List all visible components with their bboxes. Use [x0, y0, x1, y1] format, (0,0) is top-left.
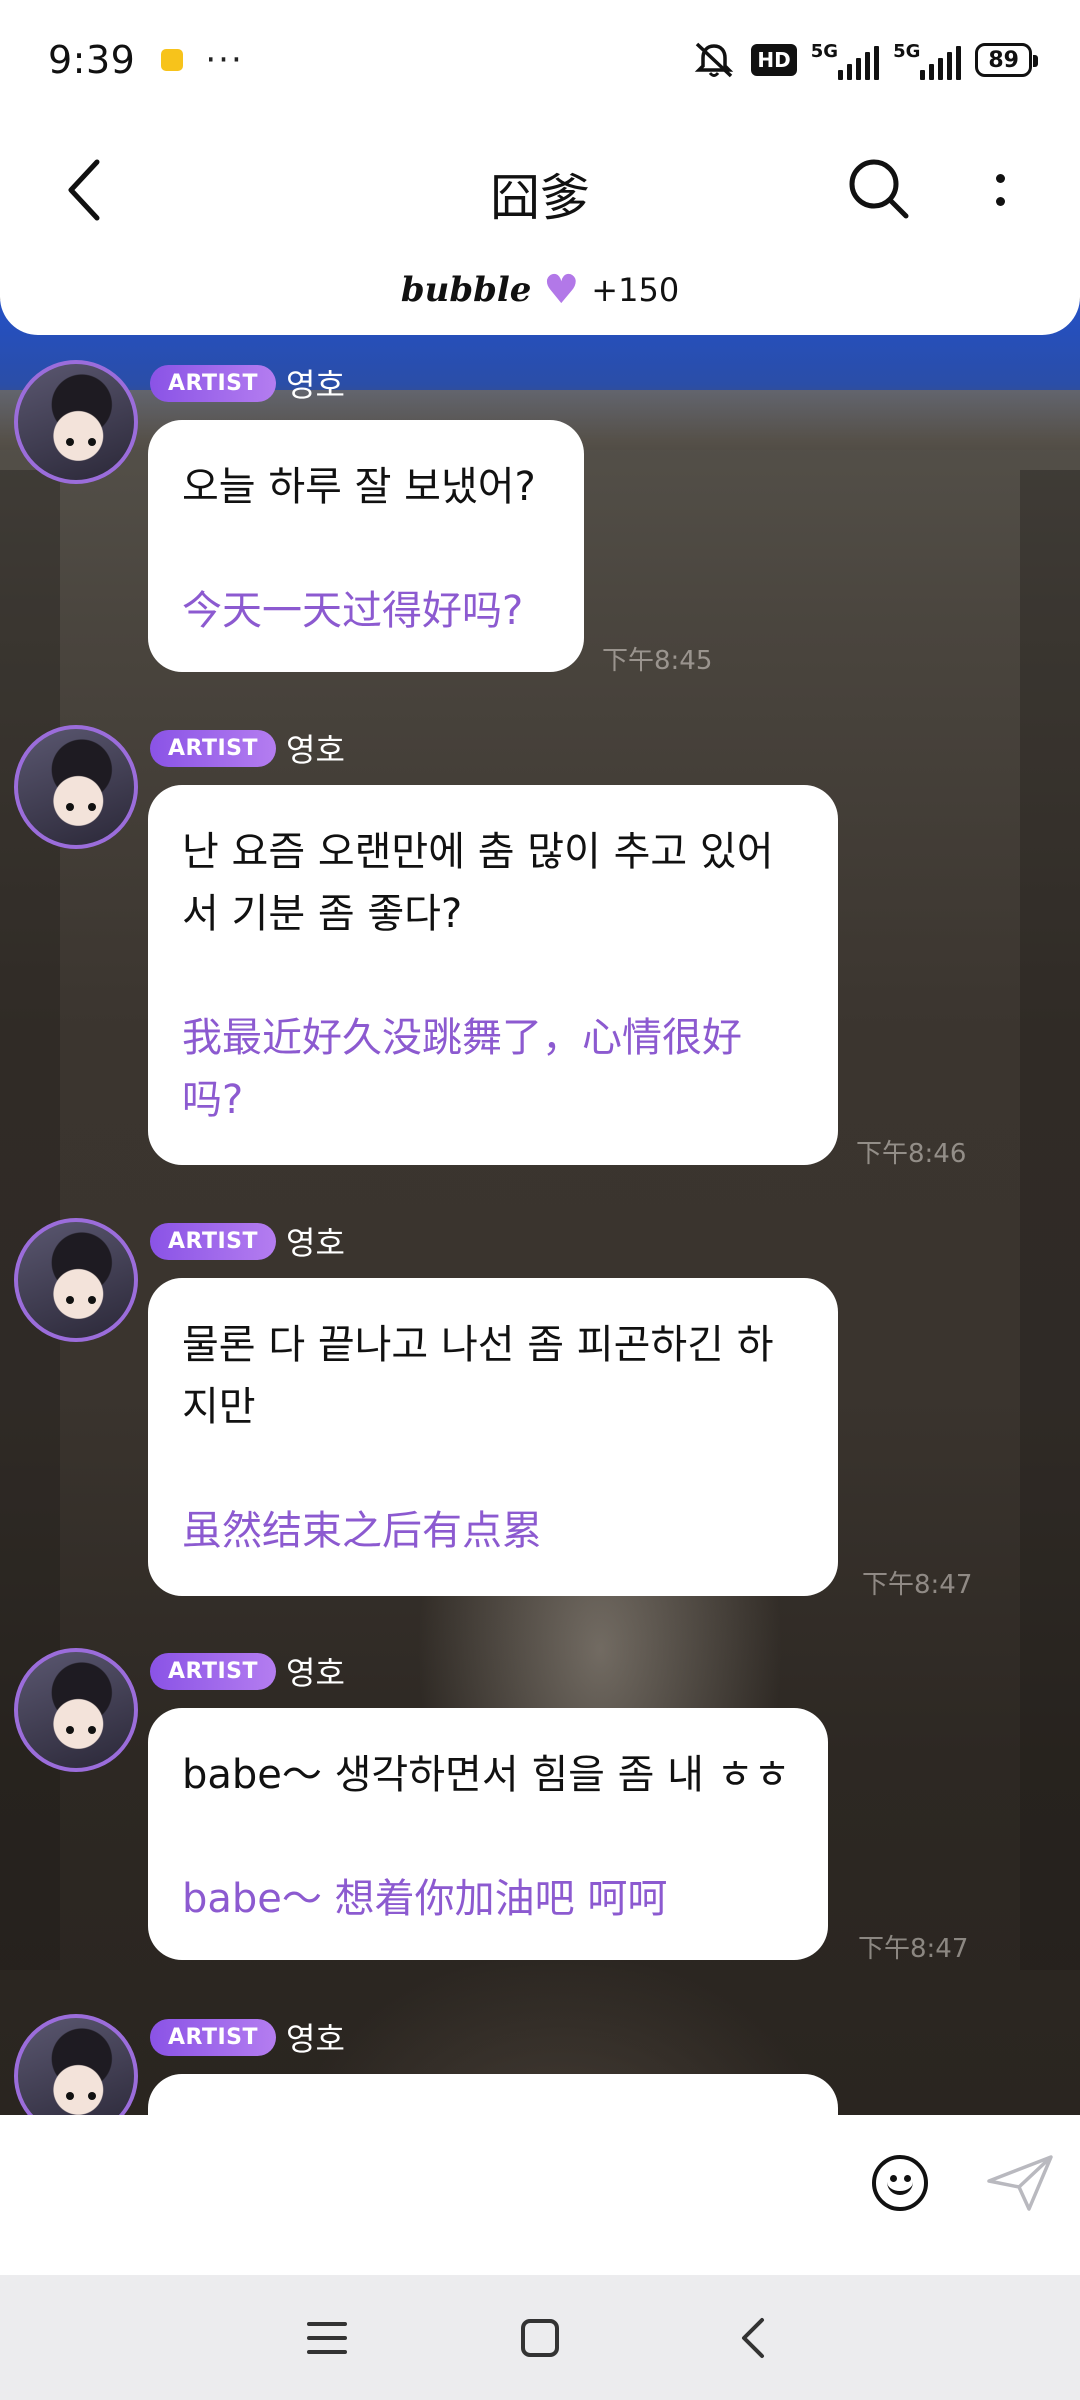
search-button[interactable] [840, 150, 920, 230]
message-bubble[interactable]: 물론 다 끝나고 나선 좀 피곤하긴 하 지만 虽然结束之后有点累 [148, 1278, 838, 1596]
input-bar [0, 2115, 1080, 2275]
sender-row: ARTIST 영호 [150, 1218, 345, 1264]
more-options-button[interactable] [970, 150, 1030, 230]
message-time: 下午8:47 [858, 1934, 969, 1964]
system-nav-bar [0, 2275, 1080, 2400]
signal-1: 5G [810, 40, 880, 80]
nav-back-button[interactable] [718, 2303, 788, 2373]
sender-name: 영호 [286, 366, 345, 404]
message-text-chinese: 今天一天过得好吗? [182, 588, 524, 634]
hd-icon: HD [751, 44, 797, 76]
message-text-chinese: 虽然结束之后有点累 [182, 1508, 542, 1554]
back-icon [742, 2317, 765, 2358]
avatar[interactable] [14, 725, 138, 849]
message-text-korean: 오늘 하루 잘 보냈어? [182, 464, 536, 510]
menu-icon [306, 2321, 347, 2354]
home-icon [520, 2318, 559, 2357]
network-label: 5G [893, 40, 921, 62]
message-text-korean: 난 요즘 오랜만에 춤 많이 추고 있어 서 기분 좀 좋다? [182, 829, 774, 937]
avatar[interactable] [14, 360, 138, 484]
message-input[interactable] [40, 2155, 820, 2235]
message-time: 下午8:45 [602, 646, 713, 676]
nav-menu-button[interactable] [292, 2303, 362, 2373]
more-vertical-icon [995, 174, 1005, 183]
chat-header: 囧爹 bubble ♥ +150 [0, 120, 1080, 335]
send-button[interactable] [985, 2153, 1055, 2213]
message-time: 下午8:47 [862, 1570, 973, 1600]
sender-name: 영호 [286, 1224, 345, 1262]
sender-name: 영호 [286, 731, 345, 769]
artist-badge: ARTIST [150, 2018, 277, 2056]
status-icons: HD 5G 5G 89 [691, 40, 1038, 80]
sender-row: ARTIST 영호 [150, 2014, 345, 2060]
battery-level: 89 [988, 47, 1019, 73]
artist-badge: ARTIST [150, 1652, 277, 1690]
sender-name: 영호 [286, 1654, 345, 1692]
nav-home-button[interactable] [505, 2303, 575, 2373]
message-text-korean: 물론 다 끝나고 나선 좀 피곤하긴 하 지만 [182, 1322, 774, 1430]
signal-2: 5G [893, 40, 962, 80]
send-icon [987, 2155, 1053, 2211]
battery-icon: 89 [975, 43, 1038, 77]
message-bubble[interactable]: 오늘 하루 잘 보냈어? 今天一天过得好吗? [148, 420, 584, 672]
sender-row: ARTIST 영호 [150, 360, 345, 406]
bubble-logo: bubble [400, 270, 532, 310]
message-text-korean: babe～ 생각하면서 힘을 좀 내 ㅎㅎ [182, 1752, 791, 1798]
sender-row: ARTIST 영호 [150, 725, 345, 771]
message-text-chinese: babe～ 想着你加油吧 呵呵 [182, 1876, 668, 1922]
message-bubble[interactable]: babe～ 생각하면서 힘을 좀 내 ㅎㅎ babe～ 想着你加油吧 呵呵 [148, 1708, 828, 1960]
avatar[interactable] [14, 1218, 138, 1342]
notification-dot-icon [161, 49, 184, 71]
mute-bell-icon [695, 42, 734, 78]
message-time: 下午8:46 [856, 1139, 967, 1169]
sender-row: ARTIST 영호 [150, 1648, 345, 1694]
network-label: 5G [810, 40, 839, 62]
emoji-button[interactable] [872, 2155, 928, 2211]
artist-badge: ARTIST [150, 1222, 277, 1260]
artist-badge: ARTIST [150, 364, 277, 402]
search-icon [849, 159, 909, 219]
avatar[interactable] [14, 1648, 138, 1772]
signal-bars-icon [920, 45, 962, 80]
message-bubble[interactable]: 난 요즘 오랜만에 춤 많이 추고 있어 서 기분 좀 좋다? 我最近好久没跳舞… [148, 785, 838, 1165]
status-time: 9:39 [48, 38, 136, 82]
artist-badge: ARTIST [150, 729, 277, 767]
status-bar: 9:39 ··· HD 5G 5G 89 [0, 0, 1080, 120]
status-more: ··· [205, 40, 244, 80]
sender-name: 영호 [286, 2020, 345, 2058]
bubble-count: +150 [591, 271, 680, 309]
heart-icon: ♥ [543, 267, 580, 313]
message-text-chinese: 我最近好久没跳舞了，心情很好 吗? [182, 1015, 742, 1123]
bubble-status[interactable]: bubble ♥ +150 [0, 270, 1080, 310]
signal-bars-icon [838, 45, 880, 80]
